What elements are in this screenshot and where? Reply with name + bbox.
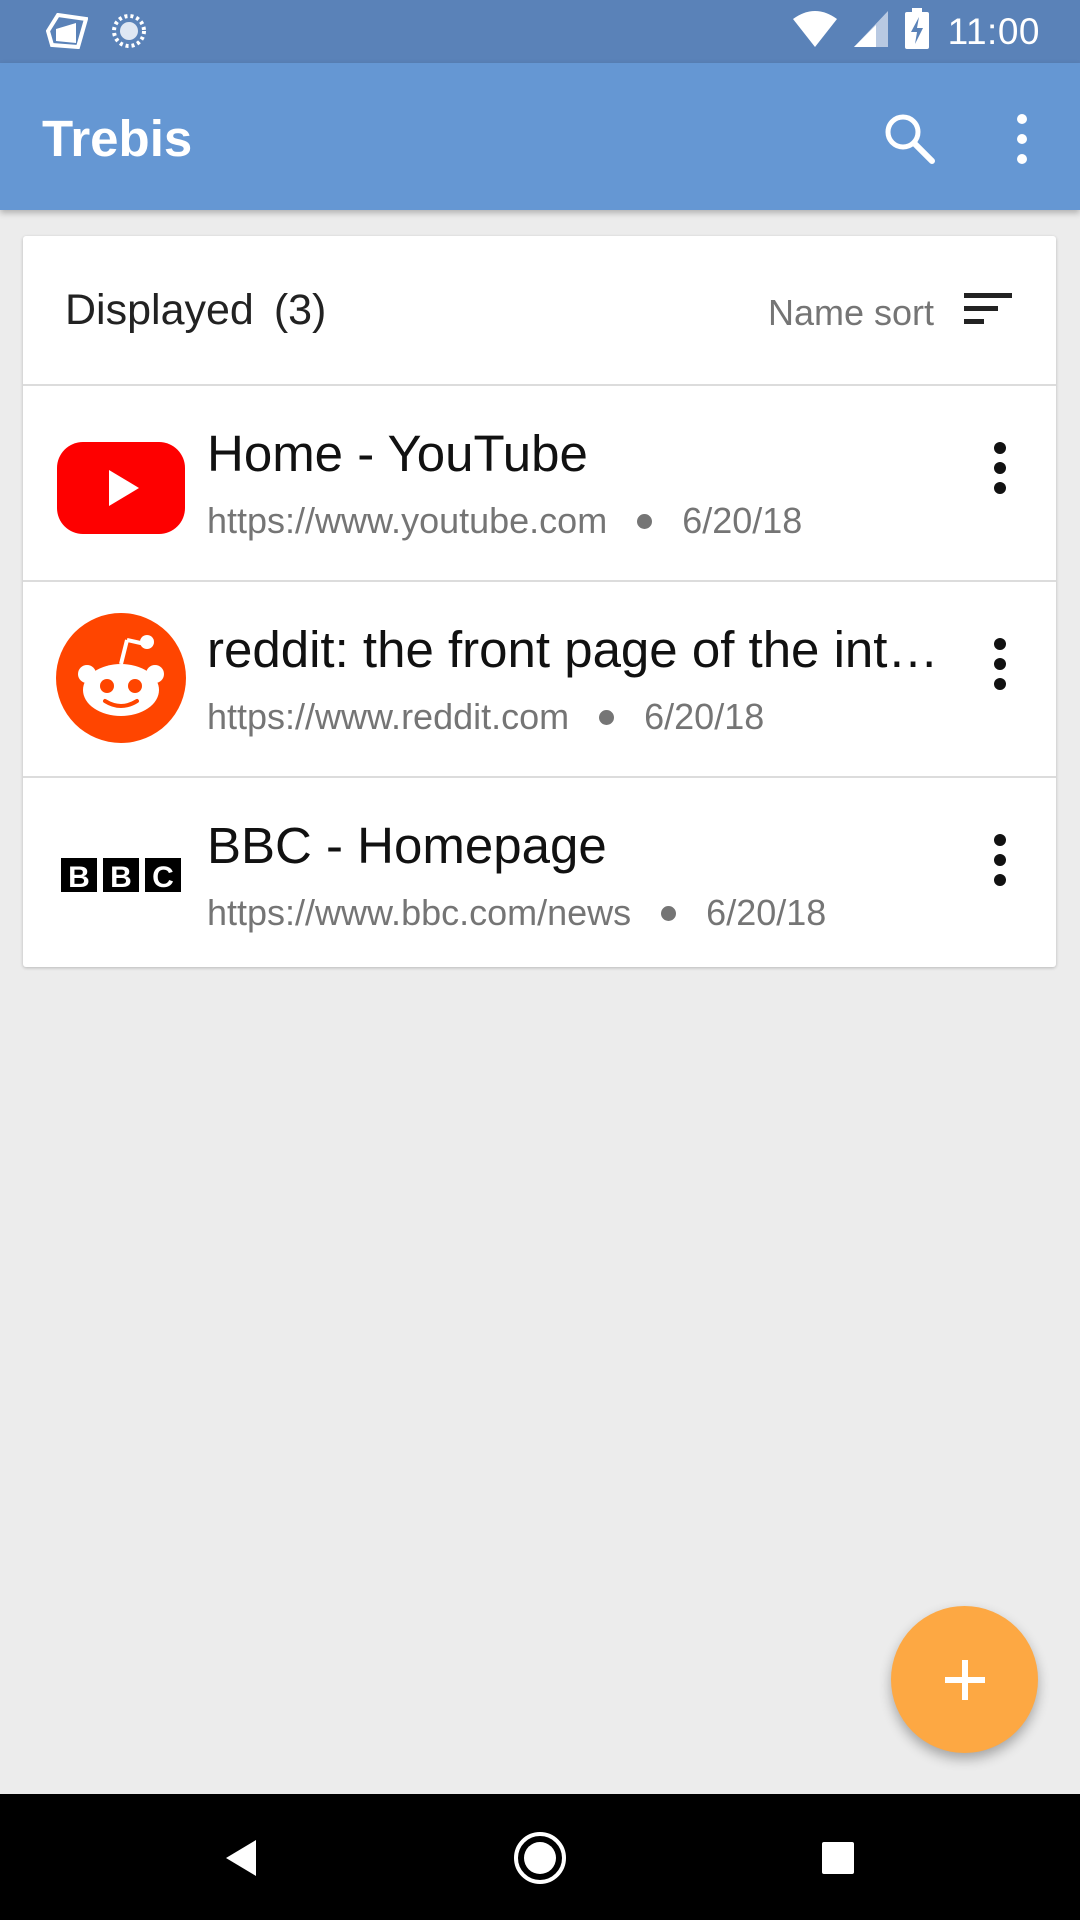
- item-menu-button[interactable]: [975, 828, 1025, 898]
- app-bar: Trebis: [0, 63, 1080, 210]
- svg-text:C: C: [152, 861, 174, 894]
- list-header: Displayed (3) Name sort: [23, 236, 1056, 386]
- item-menu-button[interactable]: [975, 632, 1025, 702]
- reddit-favicon: [55, 612, 187, 744]
- item-date: 6/20/18: [644, 696, 765, 737]
- list-heading-label: Displayed: [65, 286, 254, 334]
- more-vert-icon: [994, 442, 1006, 494]
- item-meta: https://www.reddit.com 6/20/18: [207, 696, 764, 738]
- more-vert-icon: [994, 834, 1006, 886]
- system-nav-bar: [0, 1794, 1080, 1920]
- item-meta: https://www.youtube.com 6/20/18: [207, 500, 802, 542]
- svg-text:B: B: [110, 861, 132, 894]
- nav-home-button[interactable]: [510, 1828, 570, 1888]
- sort-label[interactable]: Name sort: [768, 292, 934, 334]
- item-date: 6/20/18: [682, 500, 803, 541]
- nav-recents-button[interactable]: [808, 1828, 868, 1888]
- more-vert-icon: [1017, 114, 1027, 164]
- list-item-bbc[interactable]: B B C BBC - Homepage https://www.bbc.com…: [23, 778, 1056, 972]
- item-title: reddit: the front page of the internet: [207, 621, 955, 678]
- bookmark-list-card: Displayed (3) Name sort Home - YouTube ht…: [23, 236, 1056, 967]
- overflow-menu-button[interactable]: [1000, 109, 1040, 169]
- notification-loading-icon: [110, 12, 148, 55]
- nav-back-button[interactable]: [212, 1828, 272, 1888]
- list-item-reddit[interactable]: reddit: the front page of the internet h…: [23, 582, 1056, 778]
- sort-icon: [964, 293, 1012, 324]
- item-title: Home - YouTube: [207, 425, 588, 482]
- separator-dot: [661, 905, 677, 921]
- add-icon: [944, 1659, 985, 1700]
- separator-dot: [637, 513, 653, 529]
- item-count: (3): [273, 286, 327, 334]
- sort-button[interactable]: [964, 289, 1014, 329]
- status-time: 11:00: [947, 10, 1040, 52]
- notification-app-icon: [45, 12, 89, 54]
- add-bookmark-fab[interactable]: [891, 1606, 1038, 1753]
- wifi-icon: [792, 9, 838, 54]
- battery-charging-icon: [904, 8, 930, 55]
- status-bar: 11:00: [0, 0, 1080, 63]
- item-url: https://www.youtube.com: [207, 500, 608, 541]
- svg-text:B: B: [68, 861, 90, 894]
- item-title: BBC - Homepage: [207, 817, 607, 874]
- home-icon: [514, 1832, 566, 1884]
- app-title: Trebis: [42, 110, 193, 167]
- youtube-favicon: [55, 422, 187, 554]
- item-menu-button[interactable]: [975, 436, 1025, 506]
- item-url: https://www.bbc.com/news: [207, 892, 632, 933]
- list-item-youtube[interactable]: Home - YouTube https://www.youtube.com 6/…: [23, 386, 1056, 582]
- back-icon: [226, 1840, 256, 1876]
- recents-icon: [822, 1842, 854, 1874]
- search-button[interactable]: [880, 109, 940, 169]
- more-vert-icon: [994, 638, 1006, 690]
- bbc-favicon: B B C: [55, 808, 187, 940]
- item-url: https://www.reddit.com: [207, 696, 570, 737]
- item-meta: https://www.bbc.com/news 6/20/18: [207, 892, 826, 934]
- separator-dot: [599, 709, 615, 725]
- cell-signal-icon: [852, 9, 890, 54]
- list-heading: Displayed (3): [65, 286, 326, 335]
- search-icon: [885, 114, 935, 164]
- item-date: 6/20/18: [706, 892, 827, 933]
